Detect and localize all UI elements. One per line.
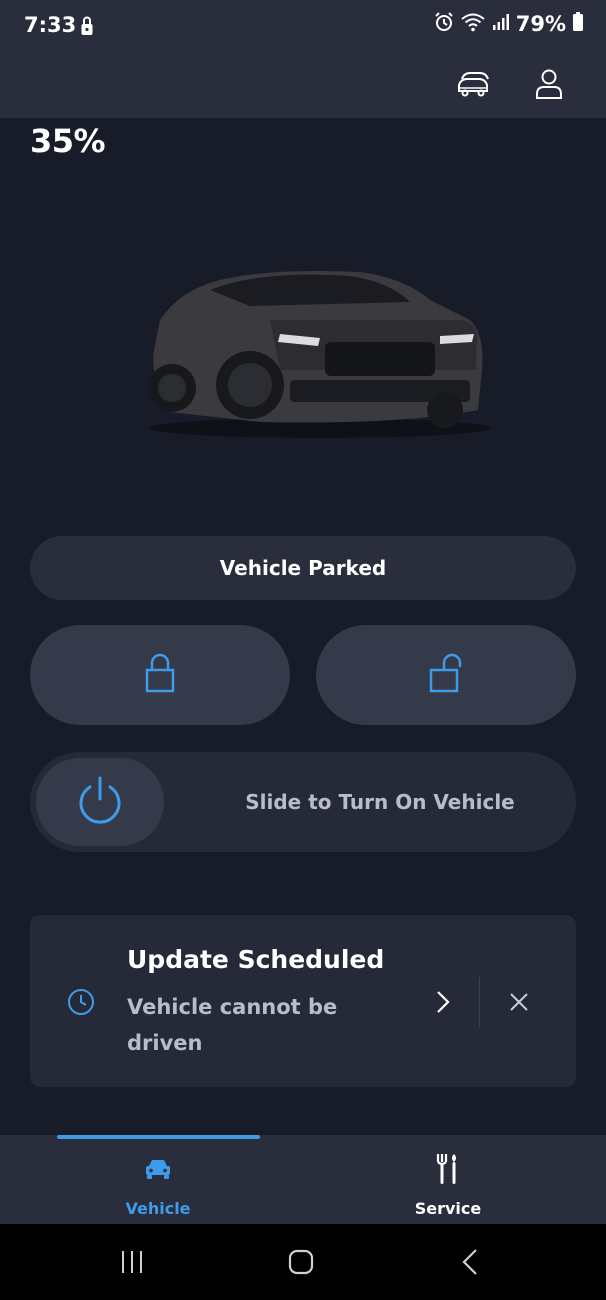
profile-icon[interactable] bbox=[529, 64, 569, 104]
slide-to-start[interactable]: Slide to Turn On Vehicle bbox=[30, 752, 576, 852]
clock-icon bbox=[66, 987, 96, 1021]
garage-cars-icon[interactable] bbox=[454, 64, 494, 104]
update-title: Update Scheduled bbox=[127, 945, 385, 974]
vehicle-image bbox=[140, 260, 500, 440]
unlock-button[interactable] bbox=[316, 625, 576, 725]
tab-service[interactable]: Service bbox=[348, 1145, 548, 1220]
system-nav-bar bbox=[0, 1224, 606, 1300]
chevron-right-icon[interactable] bbox=[428, 985, 458, 1019]
car-icon bbox=[58, 1151, 258, 1187]
battery-percent: 79% bbox=[515, 12, 566, 36]
tab-vehicle[interactable]: Vehicle bbox=[58, 1145, 258, 1220]
status-icons: 79% bbox=[434, 12, 584, 36]
tools-icon bbox=[348, 1151, 548, 1187]
tab-label-service: Service bbox=[414, 1199, 482, 1218]
lock-icon bbox=[144, 653, 176, 697]
signal-icon bbox=[492, 13, 510, 35]
status-time: 7:33 bbox=[24, 13, 77, 37]
active-tab-indicator bbox=[57, 1135, 260, 1139]
slide-handle[interactable] bbox=[36, 758, 164, 846]
bottom-tab-bar: Vehicle Service bbox=[0, 1135, 606, 1224]
status-bar: 7:33 79% bbox=[0, 0, 606, 54]
close-icon[interactable] bbox=[502, 985, 536, 1019]
battery-icon bbox=[572, 12, 584, 36]
vehicle-status-pill: Vehicle Parked bbox=[30, 536, 576, 600]
charge-level: 35% bbox=[30, 122, 106, 160]
lock-button[interactable] bbox=[30, 625, 290, 725]
back-button[interactable] bbox=[440, 1242, 500, 1282]
recents-button[interactable] bbox=[102, 1242, 162, 1282]
app-header bbox=[0, 54, 606, 118]
divider bbox=[479, 977, 480, 1027]
tab-label-vehicle: Vehicle bbox=[125, 1199, 191, 1218]
wifi-icon bbox=[460, 12, 486, 36]
unlock-icon bbox=[428, 653, 464, 697]
alarm-icon bbox=[434, 12, 454, 36]
lock-status-icon bbox=[80, 15, 94, 41]
slide-label: Slide to Turn On Vehicle bbox=[245, 790, 515, 814]
update-subtitle: Vehicle cannot be driven bbox=[127, 995, 338, 1055]
home-button[interactable] bbox=[271, 1242, 331, 1282]
update-card[interactable]: Update Scheduled Vehicle cannot be drive… bbox=[30, 915, 576, 1087]
power-icon bbox=[76, 775, 124, 829]
